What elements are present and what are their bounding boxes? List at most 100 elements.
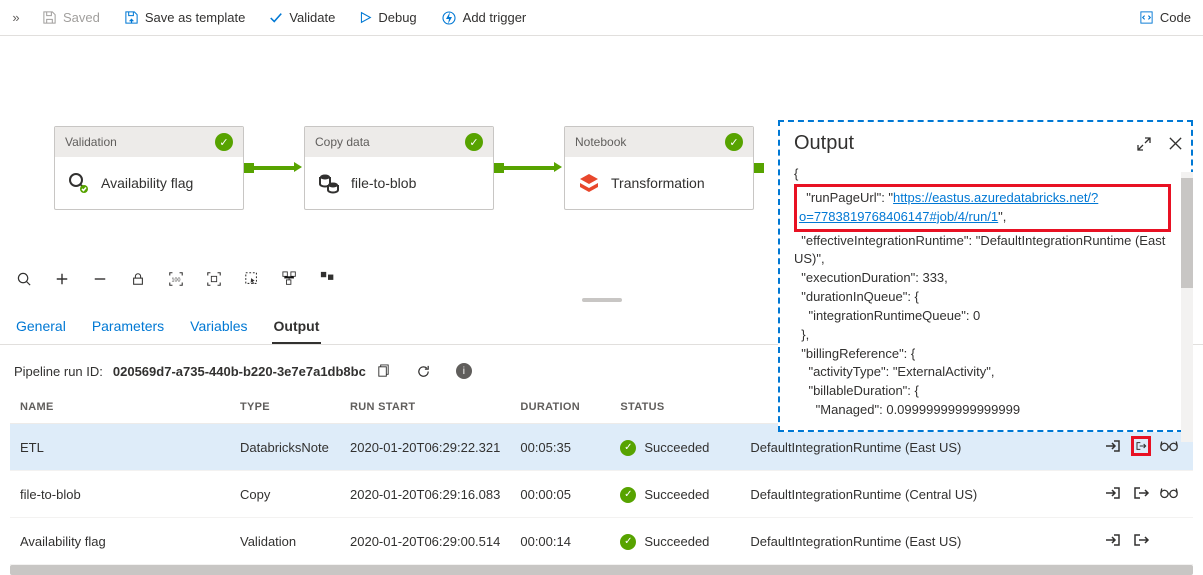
activity-type: Notebook: [575, 135, 626, 149]
cell-name: ETL: [10, 424, 230, 471]
save-as-template-button[interactable]: Save as template: [114, 6, 255, 29]
saved-text: Saved: [63, 10, 100, 25]
code-text: Code: [1160, 10, 1191, 25]
col-run-start[interactable]: RUN START: [340, 391, 510, 424]
activity-validation[interactable]: Validation ✓ Availability flag: [54, 126, 244, 210]
cell-type: Copy: [230, 471, 340, 518]
check-icon: [269, 11, 283, 25]
activity-header: Notebook ✓: [565, 127, 753, 157]
output-icon[interactable]: [1131, 530, 1151, 550]
activity-notebook[interactable]: Notebook ✓ Transformation: [564, 126, 754, 210]
scrollbar-vertical[interactable]: [1181, 172, 1193, 442]
input-icon[interactable]: [1103, 530, 1123, 550]
debug-button[interactable]: Debug: [349, 6, 426, 29]
output-panel: Output { "runPageUrl": "https://eastus.a…: [778, 120, 1193, 432]
output-title: Output: [794, 132, 854, 155]
validate-text: Validate: [289, 10, 335, 25]
json-open: {: [794, 165, 1171, 184]
col-duration[interactable]: DURATION: [510, 391, 610, 424]
fit-screen-icon[interactable]: [204, 269, 224, 289]
json-key1-close: ",: [998, 209, 1006, 224]
pipeline-run-id-value: 020569d7-a735-440b-b220-3e7e7a1db8bc: [113, 364, 366, 379]
validate-button[interactable]: Validate: [259, 6, 345, 29]
expand-icon[interactable]: [1136, 136, 1152, 152]
output-icon[interactable]: [1131, 483, 1151, 503]
cell-duration: 00:00:05: [510, 471, 610, 518]
tab-output[interactable]: Output: [272, 310, 322, 344]
select-icon[interactable]: [242, 269, 262, 289]
cell-name: Availability flag: [10, 518, 230, 565]
scrollbar-thumb[interactable]: [1181, 178, 1193, 288]
col-status[interactable]: STATUS: [610, 391, 740, 424]
glasses-icon[interactable]: [1159, 436, 1179, 456]
save-icon: [42, 10, 57, 25]
success-badge-icon: ✓: [465, 133, 483, 151]
cell-status: ✓Succeeded: [610, 471, 740, 518]
databricks-icon: [577, 171, 601, 195]
top-toolbar: » Saved Save as template Validate Debug …: [0, 0, 1203, 36]
cell-status: ✓Succeeded: [610, 424, 740, 471]
autolayout-icon[interactable]: [280, 269, 300, 289]
connector-arrow-icon: [294, 162, 302, 172]
trigger-icon: [441, 10, 457, 26]
cell-runtime: DefaultIntegrationRuntime (East US): [740, 518, 1093, 565]
zoom-in-icon[interactable]: [52, 269, 72, 289]
connector: [754, 163, 764, 173]
glasses-icon[interactable]: [1159, 483, 1179, 503]
play-icon: [359, 11, 372, 24]
activity-name: Availability flag: [101, 175, 193, 191]
json-key1: "runPageUrl": ": [799, 190, 893, 205]
col-type[interactable]: TYPE: [230, 391, 340, 424]
search-tool-icon[interactable]: [14, 269, 34, 289]
lock-icon[interactable]: [128, 269, 148, 289]
zoom-out-icon[interactable]: [90, 269, 110, 289]
cell-run-start: 2020-01-20T06:29:22.321: [340, 424, 510, 471]
close-icon[interactable]: [1168, 136, 1183, 152]
activity-copy[interactable]: Copy data ✓ file-to-blob: [304, 126, 494, 210]
save-template-icon: [124, 10, 139, 25]
success-badge-icon: ✓: [725, 133, 743, 151]
input-icon[interactable]: [1103, 436, 1123, 456]
connector: [504, 166, 554, 170]
success-badge-icon: ✓: [215, 133, 233, 151]
cell-run-start: 2020-01-20T06:29:16.083: [340, 471, 510, 518]
cell-actions: [1093, 518, 1193, 565]
search-icon: [67, 171, 91, 195]
activity-type: Validation: [65, 135, 117, 149]
cell-run-start: 2020-01-20T06:29:00.514: [340, 518, 510, 565]
expand-chevron[interactable]: »: [4, 10, 28, 25]
highlighted-url-box: "runPageUrl": "https://eastus.azuredatab…: [794, 184, 1171, 232]
connector: [244, 163, 254, 173]
success-badge-icon: ✓: [620, 440, 636, 456]
cell-duration: 00:00:14: [510, 518, 610, 565]
svg-text:100: 100: [172, 278, 181, 284]
cell-name: file-to-blob: [10, 471, 230, 518]
save-template-text: Save as template: [145, 10, 245, 25]
cell-actions: [1093, 471, 1193, 518]
tab-general[interactable]: General: [14, 310, 68, 344]
add-trigger-button[interactable]: Add trigger: [431, 6, 537, 30]
tab-variables[interactable]: Variables: [188, 310, 249, 344]
table-row[interactable]: Availability flagValidation2020-01-20T06…: [10, 518, 1193, 565]
output-icon[interactable]: [1131, 436, 1151, 456]
input-icon[interactable]: [1103, 483, 1123, 503]
saved-label: Saved: [32, 6, 110, 29]
info-icon[interactable]: i: [456, 363, 472, 379]
cell-runtime: DefaultIntegrationRuntime (Central US): [740, 471, 1093, 518]
activity-type: Copy data: [315, 135, 370, 149]
col-name[interactable]: NAME: [10, 391, 230, 424]
copy-icon[interactable]: [376, 363, 392, 379]
activity-name: Transformation: [611, 175, 705, 191]
database-icon: [317, 171, 341, 195]
add-trigger-text: Add trigger: [463, 10, 527, 25]
scrollbar-horizontal[interactable]: [10, 565, 1193, 575]
tab-parameters[interactable]: Parameters: [90, 310, 166, 344]
pipeline-run-id-label: Pipeline run ID:: [14, 364, 103, 379]
refresh-icon[interactable]: [416, 363, 432, 379]
code-button[interactable]: Code: [1127, 6, 1203, 29]
arrange-icon[interactable]: [318, 269, 338, 289]
zoom-fit-icon[interactable]: 100: [166, 269, 186, 289]
output-json[interactable]: { "runPageUrl": "https://eastus.azuredat…: [794, 165, 1183, 420]
cell-type: DatabricksNote: [230, 424, 340, 471]
table-row[interactable]: file-to-blobCopy2020-01-20T06:29:16.0830…: [10, 471, 1193, 518]
